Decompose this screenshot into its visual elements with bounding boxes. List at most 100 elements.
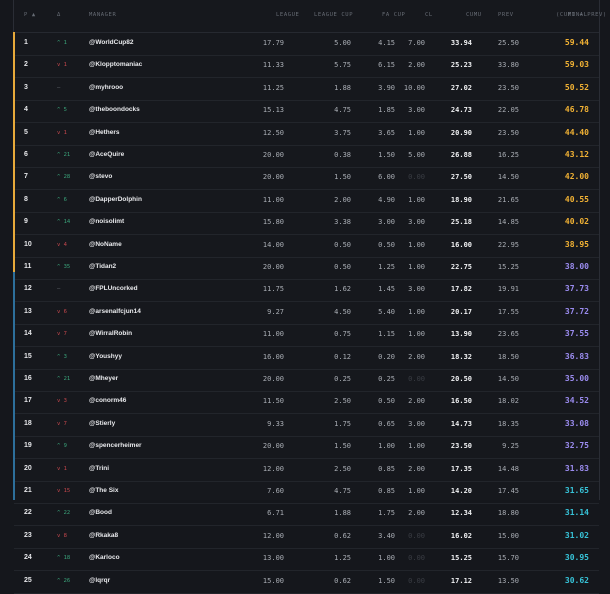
- move-cell: ^ 5: [57, 107, 67, 114]
- manager-name[interactable]: @FPLUncorked: [89, 285, 138, 292]
- manager-name[interactable]: @DapperDolphin: [89, 196, 142, 203]
- table-row[interactable]: 13 v 6 @arsenalfcjun14 9.27 4.50 5.40 1.00 20.1…: [14, 302, 599, 325]
- manager-name[interactable]: @theboondocks: [89, 106, 140, 113]
- move-cell: v 1: [57, 62, 67, 69]
- manager-name[interactable]: @NoName: [89, 241, 122, 248]
- manager-name[interactable]: @Youshyy: [89, 353, 122, 360]
- manager-name[interactable]: @Stierly: [89, 420, 115, 427]
- table-row[interactable]: 11 ^ 35 @Tidan2 20.00 0.50 1.25 1.00 22.75 15.25…: [14, 257, 599, 280]
- prev-score: 18.50: [497, 352, 519, 361]
- table-row[interactable]: 20 v 1 @Trini 12.00 2.50 0.85 2.00 17.35 14.48 31…: [14, 459, 599, 482]
- rank-cell: 1: [24, 39, 28, 46]
- manager-name[interactable]: @Trini: [89, 465, 109, 472]
- final-score: 38.00: [564, 262, 589, 271]
- league-score: 12.00: [262, 464, 284, 473]
- col-league-header[interactable]: LEAGUE: [276, 12, 299, 18]
- league-score: 20.00: [262, 173, 284, 182]
- manager-name[interactable]: @spencerheimer: [89, 442, 142, 449]
- prev-score: 33.80: [497, 61, 519, 70]
- prev-score: 17.45: [497, 487, 519, 495]
- table-row[interactable]: 4 ^ 5 @theboondocks 15.13 4.75 1.85 3.00 24.73 2…: [14, 100, 599, 124]
- cumu-score: 20.50: [450, 375, 472, 383]
- manager-name[interactable]: @WirralRobin: [89, 330, 132, 337]
- manager-name[interactable]: @Hethers: [89, 129, 120, 136]
- table-row[interactable]: 1 ^ 1 @WorldCup82 17.79 5.00 4.15 7.00 33.94 25.…: [14, 33, 599, 56]
- table-row[interactable]: 22 ^ 22 @Bood 6.71 1.88 1.75 2.00 12.34 18.80 31.…: [14, 503, 599, 527]
- table-row[interactable]: 15 ^ 3 @Youshyy 16.00 0.12 0.20 2.00 18.32 18.50…: [14, 347, 599, 370]
- manager-name[interactable]: @lqrqr: [89, 577, 110, 584]
- rank-cell: 10: [24, 240, 32, 248]
- table-row[interactable]: 5 v 1 @Hethers 12.50 3.75 3.65 1.00 20.90 23.50 4…: [14, 123, 599, 146]
- table-row[interactable]: 25 ^ 26 @lqrqr 15.00 0.62 1.50 0.00 17.12 13.50 3…: [14, 571, 599, 594]
- table-row[interactable]: 3 – @myhrooo 11.25 1.88 3.90 10.00 27.02 23.50 50…: [14, 78, 599, 101]
- table-row[interactable]: 16 ^ 21 @Mheyer 20.00 0.25 0.25 0.00 20.50 14.50…: [14, 369, 599, 392]
- cl-score: 2.00: [408, 464, 425, 473]
- cumu-score: 18.90: [450, 195, 472, 204]
- final-score: 35.00: [564, 374, 589, 383]
- prev-score: 23.65: [497, 330, 519, 339]
- manager-name[interactable]: @arsenalfcjun14: [89, 308, 141, 315]
- manager-name[interactable]: @Rkaka8: [89, 532, 118, 539]
- prev-score: 18.02: [497, 397, 519, 406]
- table-row[interactable]: 18 v 7 @Stierly 9.33 1.75 0.65 3.00 14.73 18.35 3…: [14, 414, 599, 437]
- table-row[interactable]: 17 v 3 @conorm46 11.50 2.50 0.50 2.00 16.50 18.0…: [14, 391, 599, 415]
- cl-score: 0.00: [408, 173, 425, 182]
- col-prev-header[interactable]: PREV: [498, 12, 514, 18]
- table-row[interactable]: 12 – @FPLUncorked 11.75 1.62 1.45 3.00 17.82 19.…: [14, 279, 599, 303]
- manager-name[interactable]: @Tidan2: [89, 263, 116, 270]
- table-row[interactable]: 6 ^ 21 @AceQuire 20.00 0.38 1.50 5.00 26.88 16.2…: [14, 145, 599, 168]
- manager-name[interactable]: @conorm46: [89, 397, 126, 404]
- fa-cup-score: 3.40: [378, 531, 395, 540]
- move-cell: ^ 1: [57, 40, 67, 46]
- col-cumu-header[interactable]: CUMU: [466, 12, 482, 18]
- cl-score: 3.00: [408, 218, 425, 227]
- manager-name[interactable]: @Karloco: [89, 554, 120, 561]
- col-cl-header[interactable]: CL: [425, 12, 433, 18]
- fa-cup-score: 1.25: [378, 263, 395, 271]
- move-cell: v 4: [57, 241, 67, 248]
- league-cup-score: 0.50: [334, 240, 351, 249]
- prev-score: 14.85: [497, 218, 519, 227]
- manager-name[interactable]: @stevo: [89, 173, 112, 180]
- table-row[interactable]: 2 v 1 @Klopptomaniac 11.33 5.75 6.15 2.00 25.23…: [14, 55, 599, 79]
- manager-name[interactable]: @WorldCup82: [89, 39, 134, 46]
- cumu-score: 12.34: [450, 509, 472, 518]
- rank-cell: 11: [24, 263, 32, 270]
- league-cup-score: 4.75: [334, 487, 351, 495]
- league-cup-score: 2.00: [334, 195, 351, 204]
- manager-name[interactable]: @myhrooo: [89, 84, 123, 91]
- table-row[interactable]: 8 ^ 6 @DapperDolphin 11.00 2.00 4.90 1.00 18.90…: [14, 190, 599, 213]
- top-tier-marker: [13, 32, 15, 272]
- manager-name[interactable]: @Mheyer: [89, 375, 118, 382]
- league-cup-score: 0.38: [334, 151, 351, 159]
- table-row[interactable]: 24 ^ 18 @Karloco 13.00 1.25 1.00 0.00 15.25 15.7…: [14, 548, 599, 572]
- fa-cup-score: 6.00: [378, 173, 395, 182]
- manager-name[interactable]: @AceQuire: [89, 151, 124, 158]
- final-score: 59.03: [564, 60, 589, 70]
- table-row[interactable]: 14 v 7 @WirralRobin 11.00 0.75 1.15 1.00 13.90 2…: [14, 324, 599, 348]
- manager-name[interactable]: @noisolimt: [89, 218, 124, 225]
- col-manager-header[interactable]: MANAGER: [89, 12, 116, 18]
- table-row[interactable]: 10 v 4 @NoName 14.00 0.50 0.50 1.00 16.00 22.95 3…: [14, 235, 599, 258]
- table-row[interactable]: 23 v 8 @Rkaka8 12.00 0.62 3.40 0.00 16.02 15.00 3…: [14, 526, 599, 549]
- final-score: 36.83: [564, 351, 589, 361]
- table-row[interactable]: 19 ^ 9 @spencerheimer 20.00 1.50 1.00 1.00 23.5…: [14, 436, 599, 460]
- col-league-cup-header[interactable]: LEAGUE CUP: [314, 12, 353, 18]
- final-score: 44.40: [564, 127, 589, 137]
- fa-cup-score: 0.25: [378, 375, 395, 383]
- rank-cell: 8: [24, 195, 28, 203]
- manager-name[interactable]: @Bood: [89, 509, 112, 516]
- cumu-score: 16.50: [450, 397, 472, 406]
- manager-name[interactable]: @Klopptomaniac: [89, 61, 142, 68]
- table-row[interactable]: 9 ^ 14 @noisolimt 15.80 3.38 3.00 3.00 25.18 14.…: [14, 212, 599, 236]
- table-row[interactable]: 21 v 15 @The Six 7.60 4.75 0.85 1.00 14.20 17.45…: [14, 481, 599, 504]
- fa-cup-score: 1.00: [378, 554, 395, 563]
- rank-cell: 19: [24, 442, 32, 450]
- cumu-score: 14.73: [450, 419, 472, 428]
- col-move-header[interactable]: Δ: [57, 12, 61, 18]
- col-rank-header[interactable]: P ▲: [24, 12, 36, 18]
- col-fa-cup-header[interactable]: FA CUP: [382, 12, 405, 18]
- manager-name[interactable]: @The Six: [89, 487, 118, 494]
- table-row[interactable]: 7 ^ 28 @stevo 20.00 1.50 6.00 0.00 27.50 14.50 42…: [14, 167, 599, 191]
- league-score: 9.27: [267, 307, 284, 316]
